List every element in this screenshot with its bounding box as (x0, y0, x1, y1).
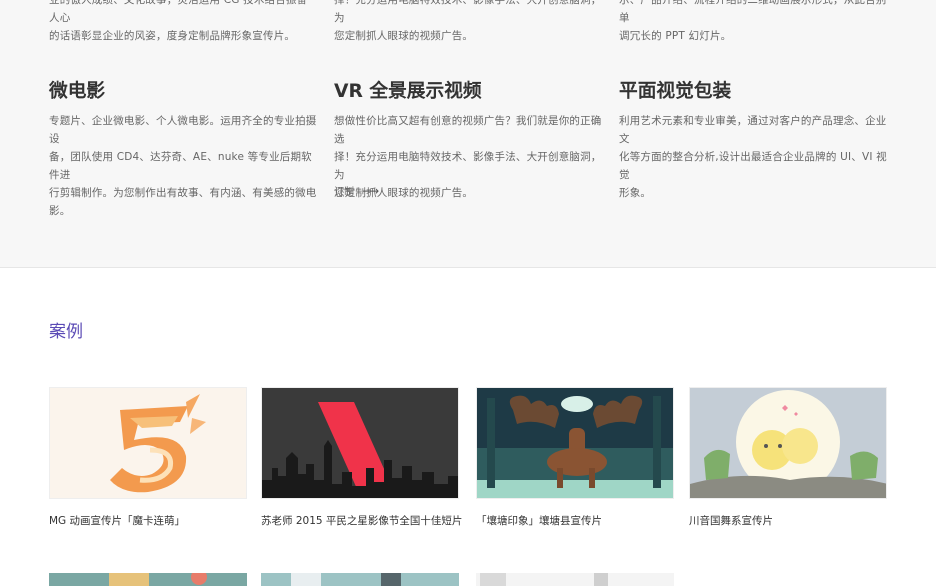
order-link-label: 订制 (334, 187, 354, 198)
service-top-3: 示、产品介绍、流程介绍的二维动画展示形式，从此告别单 调冗长的 PPT 幻灯片。 (619, 0, 887, 45)
service-desc-line: 化等方面的整合分析,设计出最适合企业品牌的 UI、VI 视觉 (619, 151, 887, 181)
case-thumbnail (689, 387, 887, 499)
case-caption: 苏老师 2015 平民之星影像节全国十佳短片 (261, 515, 463, 527)
service-top-2: 择！充分运用电脑特效技术、影像手法、大开创意脑洞，为 您定制抓人眼球的视频广告。 (334, 0, 602, 45)
case-caption: 「壤塘印象」壤塘县宣传片 (476, 515, 602, 527)
service-title-graphic: 平面视觉包装 (619, 81, 732, 102)
case-card-peek[interactable] (49, 572, 247, 586)
case-caption: 川音国舞系宣传片 (689, 515, 773, 527)
service-desc: 调冗长的 PPT 幻灯片。 (619, 30, 732, 42)
service-desc: 的话语彰显企业的风姿，度身定制品牌形象宣传片。 (49, 30, 296, 42)
case-card[interactable]: 川音国舞系宣传片 (689, 387, 887, 528)
service-desc-graphic: 利用艺术元素和专业审美，通过对客户的产品理念、企业文 化等方面的整合分析,设计出… (619, 112, 887, 202)
arrow-right-icon: ⟶ (362, 183, 380, 198)
service-desc-line: 形象。 (619, 187, 652, 199)
service-title-micro-film: 微电影 (49, 81, 106, 102)
service-desc-line: 想做性价比高又超有创意的视频广告？我们就是你的正确选 (334, 115, 602, 145)
cases-title: 案例 (49, 322, 83, 342)
case-card-peek[interactable] (261, 572, 459, 586)
case-card[interactable]: 苏老师 2015 平民之星影像节全国十佳短片 (261, 387, 463, 528)
case-card[interactable]: 「壤塘印象」壤塘县宣传片 (476, 387, 674, 528)
case-thumbnail (49, 387, 247, 499)
service-desc: 业的傲人成绩、文化故事，灵活运用 CG 技术结合振奋人心 (49, 0, 308, 24)
case-thumbnail (261, 387, 459, 499)
service-desc-line: 行剪辑制作。为您制作出有故事、有内涵、有美感的微电 (49, 187, 317, 199)
service-desc-line: 备，团队使用 CD4、达芬奇、AE、nuke 等专业后期软件进 (49, 151, 312, 181)
case-caption: MG 动画宣传片「魔卡连萌」 (49, 515, 186, 527)
service-top-1: 业的傲人成绩、文化故事，灵活运用 CG 技术结合振奋人心 的话语彰显企业的风姿，… (49, 0, 317, 45)
cases-section: 案例 MG 动画宣传片「魔卡连萌」 苏老师 2015 平民之星影像节全国十佳短片 (0, 269, 936, 586)
service-desc-line: 择！充分运用电脑特效技术、影像手法、大开创意脑洞，为 (334, 151, 602, 181)
service-desc: 择！充分运用电脑特效技术、影像手法、大开创意脑洞，为 (334, 0, 602, 24)
service-desc-micro-film: 专题片、企业微电影、个人微电影。运用齐全的专业拍摄设 备，团队使用 CD4、达芬… (49, 112, 317, 220)
order-link[interactable]: 订制 ⟶ (334, 183, 380, 199)
service-desc-line: 专题片、企业微电影、个人微电影。运用齐全的专业拍摄设 (49, 115, 317, 145)
case-thumbnail (476, 387, 674, 499)
service-desc-line: 利用艺术元素和专业审美，通过对客户的产品理念、企业文 (619, 115, 887, 145)
service-title-vr: VR 全景展示视频 (334, 81, 482, 102)
case-card[interactable]: MG 动画宣传片「魔卡连萌」 (49, 387, 247, 528)
services-section: 业的傲人成绩、文化故事，灵活运用 CG 技术结合振奋人心 的话语彰显企业的风姿，… (0, 0, 936, 268)
service-desc-line: 影。 (49, 205, 71, 217)
case-card-peek[interactable] (476, 572, 674, 586)
service-desc: 您定制抓人眼球的视频广告。 (334, 30, 474, 42)
service-desc: 示、产品介绍、流程介绍的二维动画展示形式，从此告别单 (619, 0, 887, 24)
